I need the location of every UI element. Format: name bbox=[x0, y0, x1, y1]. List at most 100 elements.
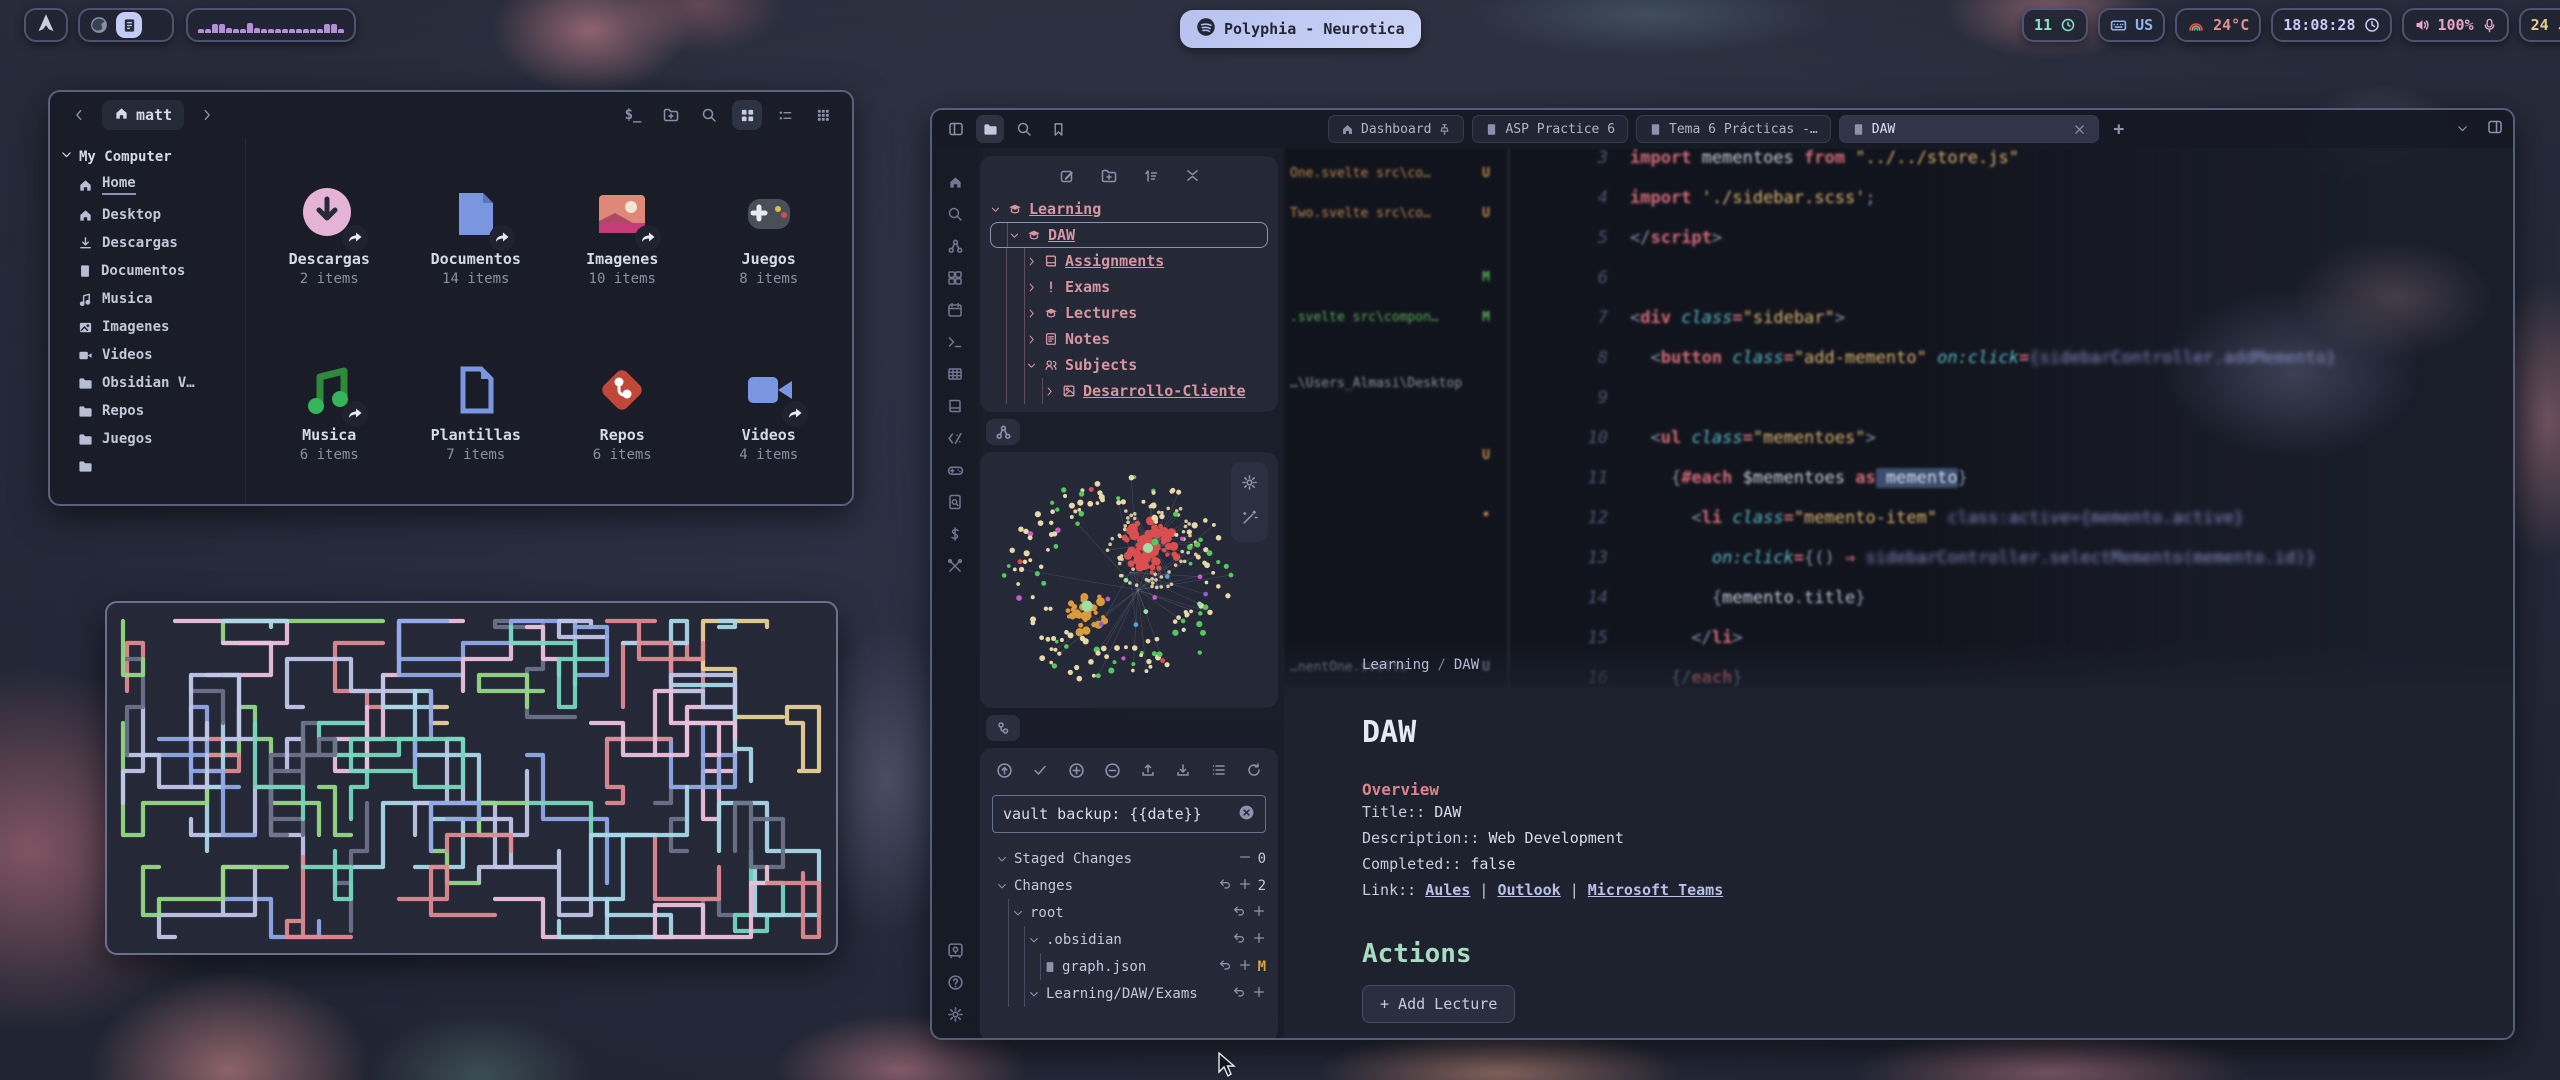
file-plantillas[interactable]: Plantillas7 items bbox=[403, 322, 550, 498]
note-link-microsoft-teams[interactable]: Microsoft Teams bbox=[1588, 881, 1723, 899]
git-check-button[interactable] bbox=[1032, 762, 1048, 783]
sidebar-item-descargas[interactable]: Descargas bbox=[50, 229, 245, 257]
compact-view-button[interactable] bbox=[808, 100, 838, 130]
sidebar-item-home[interactable]: Home bbox=[50, 169, 245, 201]
git-row--obsidian[interactable]: .obsidian bbox=[992, 926, 1266, 953]
toggle-right-sidebar-button[interactable] bbox=[2487, 119, 2503, 139]
sidebar-item-obsidian-v-[interactable]: Obsidian V… bbox=[50, 369, 245, 397]
tree-item-daw[interactable]: DAW bbox=[990, 222, 1268, 248]
new-folder-button[interactable] bbox=[656, 100, 686, 130]
tree-item-assignments[interactable]: Assignments bbox=[980, 248, 1278, 274]
clear-message-icon[interactable] bbox=[1238, 804, 1255, 825]
git-row-graph-json[interactable]: graph.jsonM bbox=[992, 953, 1266, 980]
git-row-changes[interactable]: Changes2 bbox=[992, 872, 1266, 899]
sidebar-item-videos[interactable]: Videos bbox=[50, 341, 245, 369]
sidebar-item-desktop[interactable]: Desktop bbox=[50, 201, 245, 229]
ribbon-dollar-button[interactable] bbox=[932, 518, 978, 550]
obsidian-window[interactable]: Dashboard ASP Practice 6 Tema 6 Prácticas … bbox=[930, 108, 2515, 1040]
git-pluscircle-button[interactable] bbox=[1068, 762, 1085, 783]
tab-daw[interactable]: DAW bbox=[1839, 115, 2099, 143]
git-minus-action[interactable] bbox=[1238, 850, 1252, 868]
ribbon-codepct-button[interactable] bbox=[932, 422, 978, 454]
tree-item-lectures[interactable]: Lectures bbox=[980, 300, 1278, 326]
tab-list-chevron-icon[interactable] bbox=[2456, 120, 2469, 139]
open-terminal-button[interactable]: $_ bbox=[618, 100, 648, 130]
sidebar-item-imagenes[interactable]: Imagenes bbox=[50, 313, 245, 341]
explorer-sort-button[interactable] bbox=[1143, 168, 1159, 188]
explorer-pencil-button[interactable] bbox=[1059, 168, 1075, 188]
tree-item-exams[interactable]: Exams bbox=[980, 274, 1278, 300]
file-imagenes[interactable]: Imagenes10 items bbox=[549, 146, 696, 322]
breadcrumb[interactable]: matt bbox=[102, 100, 184, 130]
forward-button[interactable] bbox=[192, 100, 222, 130]
file-musica[interactable]: Musica6 items bbox=[256, 322, 403, 498]
git-refresh-button[interactable] bbox=[1246, 762, 1262, 783]
file-juegos[interactable]: Juegos8 items bbox=[696, 146, 843, 322]
tree-item-desarrollo-cliente[interactable]: Desarrollo-Cliente bbox=[980, 378, 1278, 404]
ribbon-calendar-button[interactable] bbox=[932, 294, 978, 326]
sidebar-item-juegos[interactable]: Juegos bbox=[50, 425, 245, 453]
explorer-folderplus-button[interactable] bbox=[1101, 168, 1117, 188]
note-breadcrumb[interactable]: Learning/DAW bbox=[1362, 657, 2513, 673]
sidebar-item-documentos[interactable]: Documentos bbox=[50, 257, 245, 285]
git-undo-action[interactable] bbox=[1232, 931, 1246, 949]
launcher-button[interactable] bbox=[24, 8, 68, 42]
git-plus-action[interactable] bbox=[1252, 985, 1266, 1003]
ribbon-help-button[interactable] bbox=[932, 966, 978, 998]
status-keyboard-layout[interactable]: US bbox=[2098, 8, 2165, 42]
file-videos[interactable]: Videos4 items bbox=[696, 322, 843, 498]
breadcrumb-segment[interactable]: Learning bbox=[1362, 657, 1429, 673]
ribbon-home-button[interactable] bbox=[932, 166, 978, 198]
search-button[interactable] bbox=[694, 100, 724, 130]
git-undo-action[interactable] bbox=[1232, 904, 1246, 922]
note-link-aules[interactable]: Aules bbox=[1425, 881, 1470, 899]
tree-item-subjects[interactable]: Subjects bbox=[980, 352, 1278, 378]
new-tab-button[interactable]: + bbox=[2105, 115, 2133, 143]
git-upload-button[interactable] bbox=[1140, 762, 1156, 783]
status-volume[interactable]: 100% bbox=[2402, 8, 2509, 42]
git-source-control-button[interactable] bbox=[986, 715, 1020, 741]
git-plus-action[interactable] bbox=[1238, 877, 1252, 895]
tab-asp-practice-6[interactable]: ASP Practice 6 bbox=[1472, 115, 1628, 143]
back-button[interactable] bbox=[64, 100, 94, 130]
sidebar-item-partial[interactable] bbox=[50, 453, 245, 480]
git-row-root[interactable]: root bbox=[992, 899, 1266, 926]
explorer-collapse-button[interactable] bbox=[1185, 168, 1200, 188]
tree-item-learning[interactable]: Learning bbox=[980, 196, 1278, 222]
files-ribbon-button[interactable] bbox=[976, 115, 1004, 143]
file-descargas[interactable]: Descargas2 items bbox=[256, 146, 403, 322]
git-undo-action[interactable] bbox=[1232, 985, 1246, 1003]
note-link-outlook[interactable]: Outlook bbox=[1497, 881, 1560, 899]
status-notifications[interactable]: 24 bbox=[2519, 8, 2560, 42]
git-circleup-button[interactable] bbox=[996, 762, 1013, 783]
breadcrumb-segment[interactable]: DAW bbox=[1454, 657, 1479, 673]
active-app-chip[interactable] bbox=[116, 12, 142, 38]
sidebar-section-header[interactable]: My Computer bbox=[50, 144, 245, 169]
ribbon-vault-button[interactable] bbox=[932, 934, 978, 966]
toggle-left-sidebar-button[interactable] bbox=[942, 115, 970, 143]
action-button--add-note[interactable]: + Add Note bbox=[1362, 1039, 1488, 1040]
ribbon-tools-button[interactable] bbox=[932, 550, 978, 582]
ribbon-graph-button[interactable] bbox=[932, 230, 978, 262]
git-undo-action[interactable] bbox=[1218, 958, 1232, 976]
list-view-button[interactable] bbox=[770, 100, 800, 130]
tab-tema-6-pr-cticas-[interactable]: Tema 6 Prácticas -… bbox=[1636, 115, 1831, 143]
git-row-staged-changes[interactable]: Staged Changes0 bbox=[992, 845, 1266, 872]
ribbon-gear-button[interactable] bbox=[932, 998, 978, 1030]
status-updates[interactable]: 11 bbox=[2022, 8, 2088, 42]
tab-dashboard[interactable]: Dashboard bbox=[1328, 115, 1464, 143]
ribbon-table-button[interactable] bbox=[932, 358, 978, 390]
music-player-widget[interactable]: Polyphia - Neurotica bbox=[1180, 10, 1421, 48]
git-minuscircle-button[interactable] bbox=[1104, 762, 1121, 783]
ribbon-terminal-button[interactable] bbox=[932, 326, 978, 358]
git-listg-button[interactable] bbox=[1211, 762, 1227, 783]
bookmarks-button[interactable] bbox=[1044, 115, 1072, 143]
file-manager-window[interactable]: matt $_ My Computer HomeDesktopDescargas… bbox=[48, 90, 854, 506]
status-weather[interactable]: 24°C bbox=[2175, 8, 2261, 42]
file-documentos[interactable]: Documentos14 items bbox=[403, 146, 550, 322]
ribbon-filesearch-button[interactable] bbox=[932, 486, 978, 518]
graph-wand-button[interactable] bbox=[1241, 509, 1258, 530]
git-row-learning-daw-exams[interactable]: Learning/DAW/Exams bbox=[992, 980, 1266, 1007]
git-downloadg-button[interactable] bbox=[1175, 762, 1191, 783]
generative-art-window[interactable] bbox=[105, 601, 838, 955]
